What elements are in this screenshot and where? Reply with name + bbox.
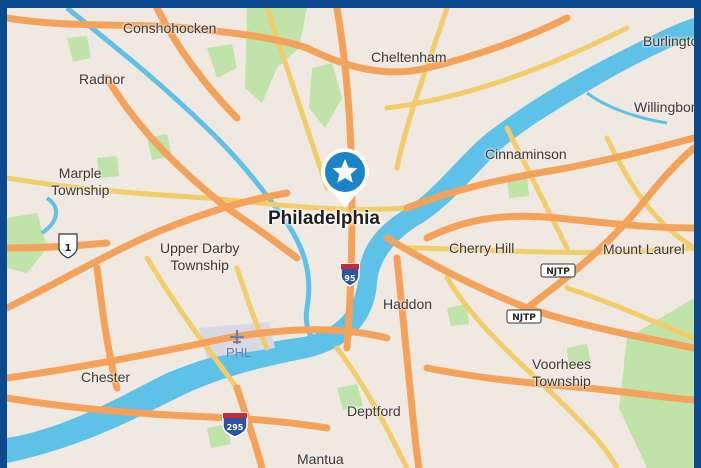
i295-shield-label: 295 — [227, 423, 244, 432]
place-label-willingboro: Willingbor — [634, 99, 694, 115]
place-label-marple-line1: Marple — [58, 165, 102, 181]
place-label-mantua: Mantua — [297, 451, 344, 467]
i95-shield: 95 — [340, 263, 360, 287]
place-label-cherry-hill: Cherry Hill — [449, 240, 515, 256]
i95-shield-label: 95 — [344, 274, 356, 283]
place-label-marple: Marple Township — [51, 165, 109, 199]
njtp-shield-label: NJTP — [546, 267, 570, 277]
place-label-philadelphia: Philadelphia — [268, 208, 380, 229]
place-label-conshohocken: Conshohocken — [123, 20, 217, 36]
place-label-chester: Chester — [81, 369, 131, 385]
place-label-deptford: Deptford — [347, 403, 401, 419]
map-viewport[interactable]: 95 295 1 NJTP NJTP Conshohocken Cheltenh… — [7, 8, 694, 468]
place-label-cheltenham: Cheltenham — [371, 49, 447, 65]
place-label-radnor: Radnor — [79, 71, 125, 87]
place-label-cinnaminson: Cinnaminson — [485, 146, 567, 162]
place-label-upper-darby: Upper Darby Township — [160, 240, 239, 274]
place-label-upper-darby-line1: Upper Darby — [160, 240, 240, 256]
us-route-shield-label: 1 — [65, 243, 72, 254]
place-label-burlington: Burlington — [643, 33, 694, 49]
njtp-shield: NJTP — [506, 309, 542, 324]
map-frame: 95 295 1 NJTP NJTP Conshohocken Cheltenh… — [0, 0, 701, 468]
airport-label: PHL — [226, 345, 252, 360]
njtp-shield: NJTP — [540, 263, 576, 278]
place-label-haddon: Haddon — [383, 296, 433, 312]
place-label-upper-darby-line2: Township — [170, 257, 229, 273]
place-label-mount-laurel: Mount Laurel — [603, 241, 685, 257]
njtp-shield-label: NJTP — [512, 313, 536, 323]
place-label-voorhees: Voorhees Township — [532, 356, 591, 390]
place-label-voorhees-line1: Voorhees — [532, 356, 592, 372]
place-label-voorhees-line2: Township — [532, 373, 591, 389]
place-label-marple-line2: Township — [51, 182, 110, 198]
us-route-shield: 1 — [58, 233, 78, 259]
